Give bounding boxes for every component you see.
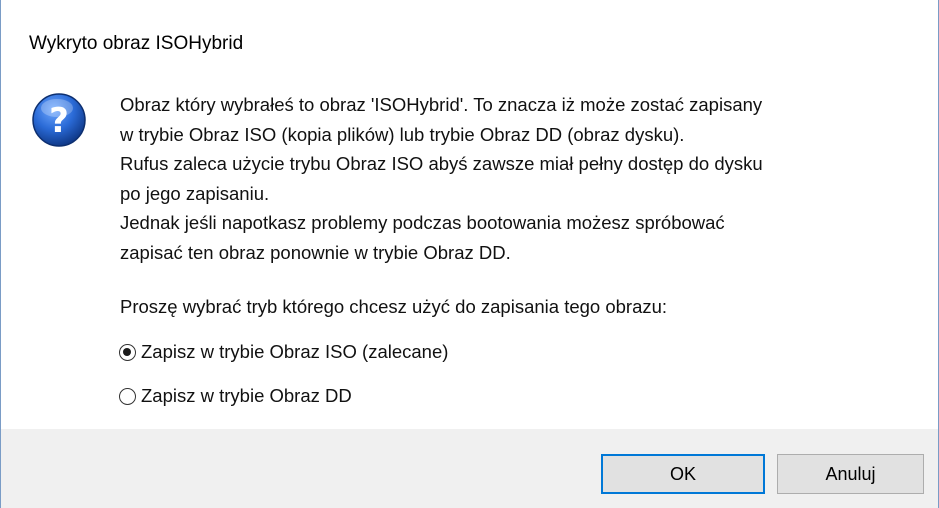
message-line: w trybie Obraz ISO (kopia plików) lub tr…: [120, 123, 685, 145]
radio-label-iso[interactable]: Zapisz w trybie Obraz ISO (zalecane): [141, 341, 448, 363]
cancel-button[interactable]: Anuluj: [777, 454, 924, 494]
radio-label-dd[interactable]: Zapisz w trybie Obraz DD: [141, 385, 352, 407]
message-line: Obraz który wybrałeś to obraz 'ISOHybrid…: [120, 94, 763, 115]
question-icon: ?: [32, 93, 86, 147]
radio-option-dd[interactable]: Zapisz w trybie Obraz DD: [119, 385, 352, 407]
mode-prompt: Proszę wybrać tryb którego chcesz użyć d…: [120, 296, 668, 317]
radio-option-iso[interactable]: Zapisz w trybie Obraz ISO (zalecane): [119, 341, 448, 363]
radio-button-iso[interactable]: [119, 343, 136, 361]
radio-button-dd[interactable]: [119, 387, 136, 405]
message-line: zapisać ten obraz ponownie w trybie Obra…: [120, 241, 511, 263]
message-line: Jednak jeśli napotkasz problemy podczas …: [120, 212, 725, 233]
message-line: Rufus zaleca użycie trybu Obraz ISO abyś…: [120, 153, 763, 174]
message-dialog: Wykryto obraz ISOHybrid ? Obraz który wy…: [0, 0, 939, 508]
dialog-title: Wykryto obraz ISOHybrid: [29, 33, 244, 54]
ok-button[interactable]: OK: [601, 454, 765, 494]
dialog-message: Obraz który wybrałeś to obraz 'ISOHybrid…: [120, 90, 930, 267]
svg-text:?: ?: [49, 101, 69, 141]
message-line: po jego zapisaniu.: [120, 182, 270, 204]
